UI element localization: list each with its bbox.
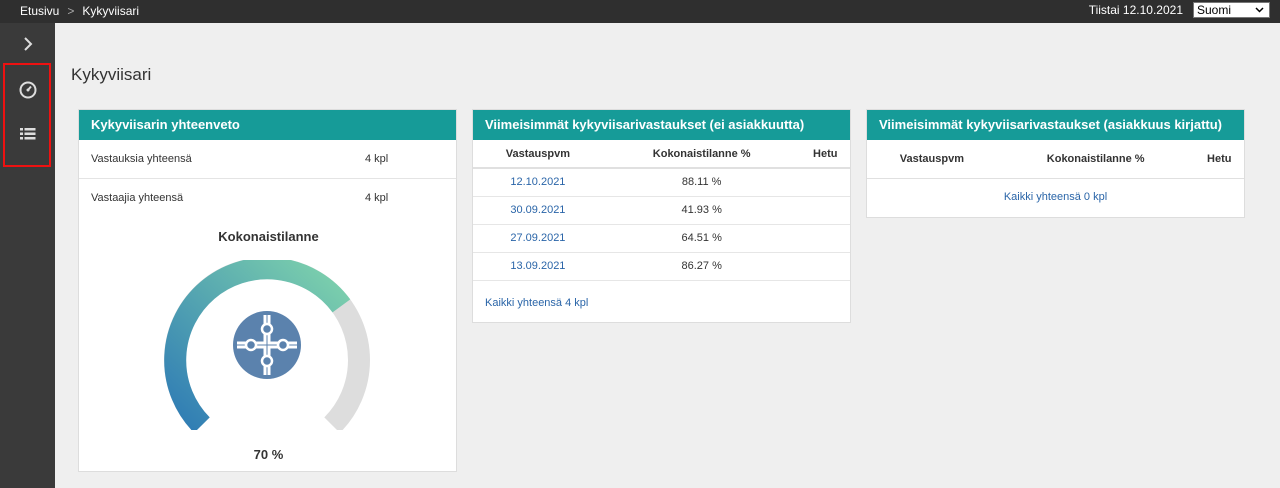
- column-header-date: Vastauspvm: [867, 140, 997, 179]
- recent-responses-client-panel: Viimeisimmät kykyviisarivastaukset (asia…: [866, 109, 1245, 218]
- recent-responses-no-client-panel: Viimeisimmät kykyviisarivastaukset (ei a…: [472, 109, 851, 323]
- hetu-cell: [800, 168, 850, 197]
- recent-no-client-title: Viimeisimmät kykyviisarivastaukset (ei a…: [473, 110, 850, 140]
- overall-percent: 64.51 %: [602, 224, 801, 253]
- page-title: Kykyviisari: [71, 65, 152, 84]
- summary-row: Vastauksia yhteensä 4 kpl: [79, 140, 456, 179]
- hetu-cell: [800, 252, 850, 281]
- response-date-link[interactable]: 27.09.2021: [510, 232, 565, 244]
- puzzle-icon: [233, 311, 301, 379]
- hetu-cell: [800, 196, 850, 225]
- column-header-overall: Kokonaistilanne %: [602, 140, 801, 169]
- overall-status-gauge: [164, 260, 370, 430]
- recent-client-table: Vastauspvm Kokonaistilanne % Hetu: [867, 140, 1244, 179]
- summary-panel-title: Kykyviisarin yhteenveto: [79, 110, 456, 140]
- table-row: 13.09.2021 86.27 %: [473, 252, 850, 281]
- list-icon[interactable]: [17, 124, 39, 146]
- summary-row-label: Vastauksia yhteensä: [91, 153, 192, 165]
- summary-panel: Kykyviisarin yhteenveto Vastauksia yhtee…: [78, 109, 457, 472]
- response-date-link[interactable]: 30.09.2021: [510, 204, 565, 216]
- dashboard-gauge-icon[interactable]: [17, 79, 39, 101]
- response-date-link[interactable]: 13.09.2021: [510, 260, 565, 272]
- table-row: 27.09.2021 64.51 %: [473, 224, 850, 253]
- sidebar: [0, 23, 55, 488]
- summary-row-label: Vastaajia yhteensä: [91, 192, 184, 204]
- column-header-date: Vastauspvm: [473, 140, 603, 169]
- all-responses-link[interactable]: Kaikki yhteensä 4 kpl: [485, 297, 588, 309]
- breadcrumb: Etusivu > Kykyviisari: [20, 4, 139, 18]
- summary-row-value: 4 kpl: [365, 192, 389, 204]
- summary-row-value: 4 kpl: [365, 153, 389, 165]
- breadcrumb-separator: >: [67, 4, 75, 18]
- recent-no-client-table: Vastauspvm Kokonaistilanne % Hetu 12.10.…: [473, 140, 850, 281]
- column-header-hetu: Hetu: [800, 140, 850, 169]
- column-header-overall: Kokonaistilanne %: [996, 140, 1195, 179]
- overall-percent: 86.27 %: [602, 252, 801, 281]
- overall-percent: 41.93 %: [602, 196, 801, 225]
- all-responses-link[interactable]: Kaikki yhteensä 0 kpl: [867, 179, 1244, 203]
- table-row: 12.10.2021 88.11 %: [473, 168, 850, 197]
- summary-row: Vastaajia yhteensä 4 kpl: [79, 179, 456, 218]
- recent-client-title: Viimeisimmät kykyviisarivastaukset (asia…: [867, 110, 1244, 140]
- column-header-hetu: Hetu: [1194, 140, 1244, 179]
- table-row: 30.09.2021 41.93 %: [473, 196, 850, 225]
- response-date-link[interactable]: 12.10.2021: [510, 176, 565, 188]
- language-select[interactable]: Suomi: [1193, 2, 1270, 18]
- chevron-right-icon[interactable]: [18, 33, 38, 55]
- gauge-title: Kokonaistilanne: [218, 229, 319, 244]
- top-bar: Etusivu > Kykyviisari Tiistai 12.10.2021 S…: [0, 0, 1280, 23]
- breadcrumb-home[interactable]: Etusivu: [20, 4, 59, 18]
- current-date: Tiistai 12.10.2021: [1088, 3, 1183, 17]
- hetu-cell: [800, 224, 850, 253]
- overall-percent: 88.11 %: [602, 168, 801, 197]
- gauge-value: 70 %: [253, 447, 284, 462]
- breadcrumb-current: Kykyviisari: [82, 4, 140, 18]
- chevron-down-icon: [1255, 3, 1264, 22]
- language-selected: Suomi: [1197, 3, 1232, 17]
